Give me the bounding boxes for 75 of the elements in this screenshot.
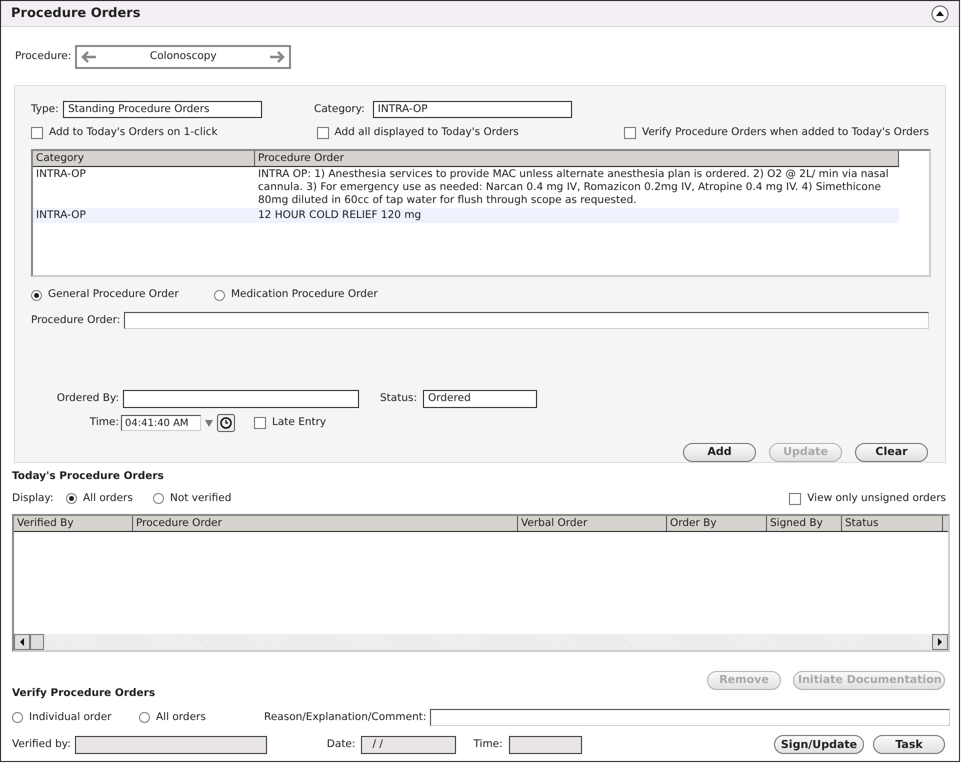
column-header[interactable]: Verified By xyxy=(14,516,133,530)
scroll-left-icon[interactable] xyxy=(14,634,30,650)
time-field[interactable] xyxy=(508,736,582,754)
radio-label: All orders xyxy=(156,710,206,725)
column-header[interactable]: Status xyxy=(842,516,943,530)
horizontal-scrollbar[interactable] xyxy=(14,634,948,650)
time-label: Time: xyxy=(473,736,503,752)
ordered-by-label: Ordered By: xyxy=(56,391,119,406)
table-cell-text: 12 HOUR COLD RELIEF 120 mg xyxy=(257,208,422,223)
category-label: Category: xyxy=(314,102,365,117)
column-header[interactable]: Category xyxy=(33,150,255,166)
checkbox[interactable] xyxy=(624,126,636,139)
clock-icon[interactable] xyxy=(217,414,235,432)
display-label: Display: xyxy=(12,490,54,506)
button[interactable]: Add xyxy=(683,443,756,462)
section-title: Today's Procedure Orders xyxy=(12,469,165,484)
reason-field[interactable] xyxy=(430,709,950,726)
column-header[interactable]: Order By xyxy=(667,516,767,530)
column-header[interactable]: Verbal Order xyxy=(518,516,667,530)
button[interactable]: Sign/Update xyxy=(774,735,864,754)
ordered-by-field[interactable] xyxy=(123,390,359,408)
type-label: Type: xyxy=(31,102,60,117)
time-label: Time: xyxy=(88,415,119,430)
collapse-icon[interactable] xyxy=(931,4,949,22)
column-header[interactable]: Procedure Order xyxy=(255,150,899,166)
column-header[interactable]: Procedure Order xyxy=(133,516,518,530)
status-field[interactable]: Ordered xyxy=(423,390,537,408)
button[interactable]: Clear xyxy=(855,443,928,462)
radio-button[interactable] xyxy=(214,290,225,301)
radio-label: General Procedure Order xyxy=(48,287,179,302)
checkbox[interactable] xyxy=(316,126,328,139)
window-title: Procedure Orders xyxy=(11,4,140,23)
checkbox-label: Add to Today's Orders on 1-click xyxy=(49,125,218,140)
radio-button[interactable] xyxy=(66,493,77,504)
scroll-right-icon[interactable] xyxy=(932,634,948,650)
dropdown-arrow-icon[interactable] xyxy=(205,420,213,426)
checkbox-label: Late Entry xyxy=(272,415,326,430)
radio-button[interactable] xyxy=(31,290,42,301)
table-cell-text: INTRA OP: 1) Anesthesia services to provide MAC unless alternate anesthesia plan is ordered. 2) O2 @ 2L/ min via nasal cannula. 3) For emergency use as needed: Narcan 0.4 mg IV, Romazicon 0.2mg IV, Atropine 0.4 mg IV. 4) Simethicone 80mg diluted in 60cc of tap water for flush through scope as requested. xyxy=(257,166,890,208)
checkbox-label: View only unsigned orders xyxy=(807,490,946,506)
procedure-label: Procedure: xyxy=(15,49,72,64)
reason-label: Reason/Explanation/Comment: xyxy=(264,710,426,725)
column-header[interactable]: Signed By xyxy=(767,516,842,530)
verified-by-field[interactable] xyxy=(74,736,267,754)
verified-by-label: Verified by: xyxy=(12,736,71,752)
scroll-thumb[interactable] xyxy=(30,634,44,650)
date-field[interactable]: / / xyxy=(361,736,456,754)
section-title: Verify Procedure Orders xyxy=(12,686,156,700)
date-label: Date: xyxy=(326,736,356,752)
radio-label: Individual order xyxy=(29,710,112,725)
checkbox-label: Add all displayed to Today's Orders xyxy=(334,125,519,140)
procedure-name: Colonoscopy xyxy=(150,49,217,64)
procedure-order-label: Procedure Order: xyxy=(31,312,120,328)
table-cell-text: INTRA-OP xyxy=(35,208,87,223)
radio-button[interactable] xyxy=(153,493,164,504)
table-row[interactable]: INTRA-OP 12 HOUR COLD RELIEF 120 mg xyxy=(33,208,899,223)
table-cell-text: INTRA-OP xyxy=(35,166,87,182)
checkbox[interactable] xyxy=(31,126,43,139)
radio-label: All orders xyxy=(83,490,133,506)
category-field[interactable]: INTRA-OP xyxy=(372,101,572,118)
status-label: Status: xyxy=(380,391,417,406)
checkbox[interactable] xyxy=(789,492,802,505)
type-field[interactable]: Standing Procedure Orders xyxy=(63,101,262,118)
button[interactable]: Task xyxy=(873,735,945,754)
time-field[interactable]: 04:41:40 AM xyxy=(121,415,201,431)
radio-button[interactable] xyxy=(12,712,23,724)
radio-label: Not verified xyxy=(170,490,232,506)
left-arrow-icon[interactable] xyxy=(81,51,98,63)
checkbox-label: Verify Procedure Orders when added to Today's Orders xyxy=(642,125,929,140)
checkbox[interactable] xyxy=(254,417,266,429)
radio-button[interactable] xyxy=(139,712,150,724)
procedure-selector[interactable]: Colonoscopy xyxy=(75,45,292,69)
radio-label: Medication Procedure Order xyxy=(231,287,378,302)
procedure-order-field[interactable] xyxy=(124,312,929,329)
right-arrow-icon[interactable] xyxy=(269,51,286,63)
